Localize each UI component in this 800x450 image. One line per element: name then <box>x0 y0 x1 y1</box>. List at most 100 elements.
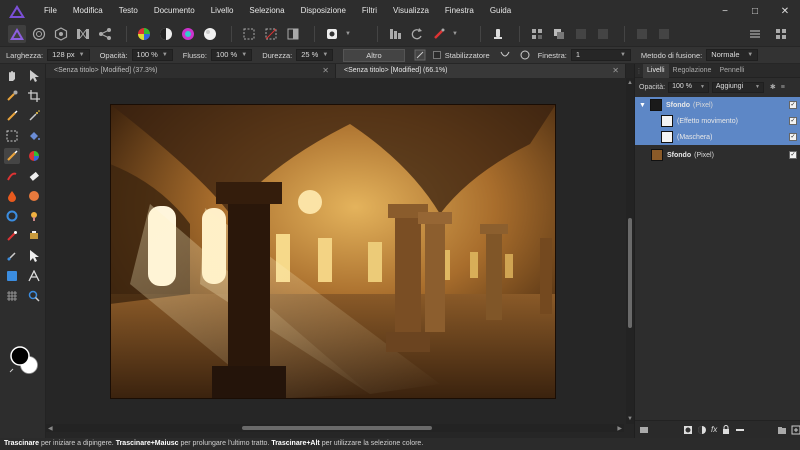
rotate-left-icon[interactable] <box>408 25 426 43</box>
tab-livelli[interactable]: Livelli <box>643 63 669 78</box>
smudge-brush-tool-icon[interactable] <box>26 208 42 224</box>
layer-row[interactable]: Sfondo (Pixel) ✓ <box>635 147 800 163</box>
scroll-down-icon[interactable]: ▼ <box>627 416 633 422</box>
white-balance-icon[interactable] <box>201 25 219 43</box>
mesh-warp-tool-icon[interactable] <box>26 228 42 244</box>
layer-opacity-field[interactable]: 100 % ▼ <box>668 81 709 93</box>
lock-icon[interactable] <box>721 424 731 436</box>
liquify-persona-icon[interactable] <box>30 25 48 43</box>
document-canvas[interactable] <box>110 104 556 399</box>
scroll-thumb[interactable] <box>628 218 632 328</box>
color-wheel-icon[interactable] <box>135 25 153 43</box>
marquee-select-icon[interactable] <box>240 25 258 43</box>
paint-brush-tool-icon[interactable] <box>4 148 20 164</box>
vertical-scrollbar[interactable]: ▲ ▼ <box>626 78 634 424</box>
tab-document-1[interactable]: <Senza titolo> [Modified] (37.3%) ✕ <box>46 64 336 78</box>
selection-brush-tool-icon[interactable] <box>4 108 20 124</box>
sponge-brush-tool-icon[interactable] <box>26 188 42 204</box>
tab-pennelli[interactable]: Pennelli <box>715 64 748 78</box>
chevron-down-icon[interactable]: ▼ <box>452 31 458 37</box>
layer-stack-icon[interactable] <box>639 424 649 436</box>
red-eye-tool-icon[interactable] <box>4 228 20 244</box>
photo-persona-icon[interactable] <box>8 25 26 43</box>
opacity-field[interactable]: 100 % ▼ <box>131 49 173 61</box>
snapping-icon[interactable] <box>528 25 546 43</box>
menu-seleziona[interactable]: Seleziona <box>241 0 292 22</box>
clone-brush-tool-icon[interactable] <box>4 168 20 184</box>
invert-selection-icon[interactable] <box>284 25 302 43</box>
menu-visualizza[interactable]: Visualizza <box>385 0 437 22</box>
add-mask-icon[interactable] <box>683 424 693 436</box>
pen-tool-icon[interactable] <box>4 248 20 264</box>
menu-filtri[interactable]: Filtri <box>354 0 385 22</box>
horizontal-scrollbar[interactable]: ◀ ▶ <box>46 424 624 432</box>
color-swatches[interactable] <box>8 346 40 376</box>
color-picker-tool-icon[interactable] <box>4 88 20 104</box>
grid-icon[interactable] <box>772 25 790 43</box>
export-persona-icon[interactable] <box>96 25 114 43</box>
brush-erase-icon[interactable] <box>430 25 448 43</box>
expand-arrow-icon[interactable]: ▼ <box>639 102 646 109</box>
flood-fill-tool-icon[interactable] <box>26 128 42 144</box>
visibility-checkbox[interactable]: ✓ <box>789 117 797 125</box>
crop-tool-icon[interactable] <box>26 88 42 104</box>
chevron-down-icon[interactable]: ▼ <box>345 31 351 37</box>
zoom-tool-icon[interactable] <box>26 288 42 304</box>
tab-regolazione[interactable]: Regolazione <box>669 64 716 78</box>
close-icon[interactable]: ✕ <box>612 64 619 78</box>
visibility-checkbox[interactable]: ✓ <box>789 133 797 141</box>
align-icon[interactable] <box>386 25 404 43</box>
erase-brush-tool-icon[interactable] <box>26 168 42 184</box>
view-tool-icon[interactable] <box>4 68 20 84</box>
rectangle-tool-icon[interactable] <box>4 268 20 284</box>
layer-row[interactable]: (Maschera) ✓ <box>635 129 800 145</box>
width-field[interactable]: 128 px ▼ <box>47 49 90 61</box>
levels-icon[interactable] <box>157 25 175 43</box>
studio-icon[interactable] <box>655 25 673 43</box>
color-replacement-tool-icon[interactable] <box>26 148 42 164</box>
stabilizer-checkbox[interactable] <box>432 51 441 59</box>
layer-row[interactable]: (Effetto movimento) ✓ <box>635 113 800 129</box>
blemish-removal-tool-icon[interactable] <box>4 208 20 224</box>
visibility-checkbox[interactable]: ✓ <box>789 101 797 109</box>
tone-mapping-persona-icon[interactable] <box>74 25 92 43</box>
menu-testo[interactable]: Testo <box>111 0 146 22</box>
text-tool-icon[interactable] <box>26 268 42 284</box>
menu-finestra[interactable]: Finestra <box>437 0 482 22</box>
list-icon[interactable] <box>746 25 764 43</box>
group-icon[interactable] <box>572 25 590 43</box>
preferences-icon[interactable] <box>633 25 651 43</box>
scroll-left-icon[interactable]: ◀ <box>48 425 53 432</box>
menu-guida[interactable]: Guida <box>482 0 519 22</box>
menu-modifica[interactable]: Modifica <box>65 0 111 22</box>
dodge-brush-tool-icon[interactable] <box>4 188 20 204</box>
hsl-icon[interactable] <box>179 25 197 43</box>
add-layer-icon[interactable] <box>791 424 800 436</box>
maximize-button[interactable]: □ <box>740 0 770 22</box>
blend-mode-select[interactable]: Normale ▼ <box>706 49 759 61</box>
brush-dynamics-icon[interactable] <box>413 48 427 62</box>
layer-blend-select[interactable]: Aggiungi ▼ <box>711 81 764 93</box>
close-icon[interactable]: ✕ <box>322 64 329 78</box>
marquee-tool-icon[interactable] <box>4 128 20 144</box>
window-mode-icon[interactable] <box>518 48 532 62</box>
menu-icon[interactable]: ≡ <box>781 84 785 91</box>
visibility-checkbox[interactable]: ✓ <box>789 151 797 159</box>
assistant-icon[interactable] <box>489 25 507 43</box>
flow-field[interactable]: 100 % ▼ <box>210 49 253 61</box>
mesh-tool-icon[interactable] <box>4 288 20 304</box>
grip-icon[interactable]: ⋮ <box>635 64 643 78</box>
quick-mask-icon[interactable] <box>323 25 341 43</box>
scroll-up-icon[interactable]: ▲ <box>627 80 633 86</box>
menu-documento[interactable]: Documento <box>146 0 203 22</box>
ungroup-icon[interactable] <box>594 25 612 43</box>
more-button[interactable]: Altro <box>343 48 405 62</box>
scroll-thumb[interactable] <box>242 426 432 430</box>
minimize-button[interactable]: − <box>710 0 740 22</box>
layer-options-icon[interactable] <box>735 424 745 436</box>
rope-mode-icon[interactable] <box>498 48 512 62</box>
deselect-icon[interactable] <box>262 25 280 43</box>
layer-row[interactable]: ▼ Sfondo (Pixel) ✓ <box>635 97 800 113</box>
close-button[interactable]: ✕ <box>770 0 800 22</box>
group-layers-icon[interactable] <box>777 424 787 436</box>
